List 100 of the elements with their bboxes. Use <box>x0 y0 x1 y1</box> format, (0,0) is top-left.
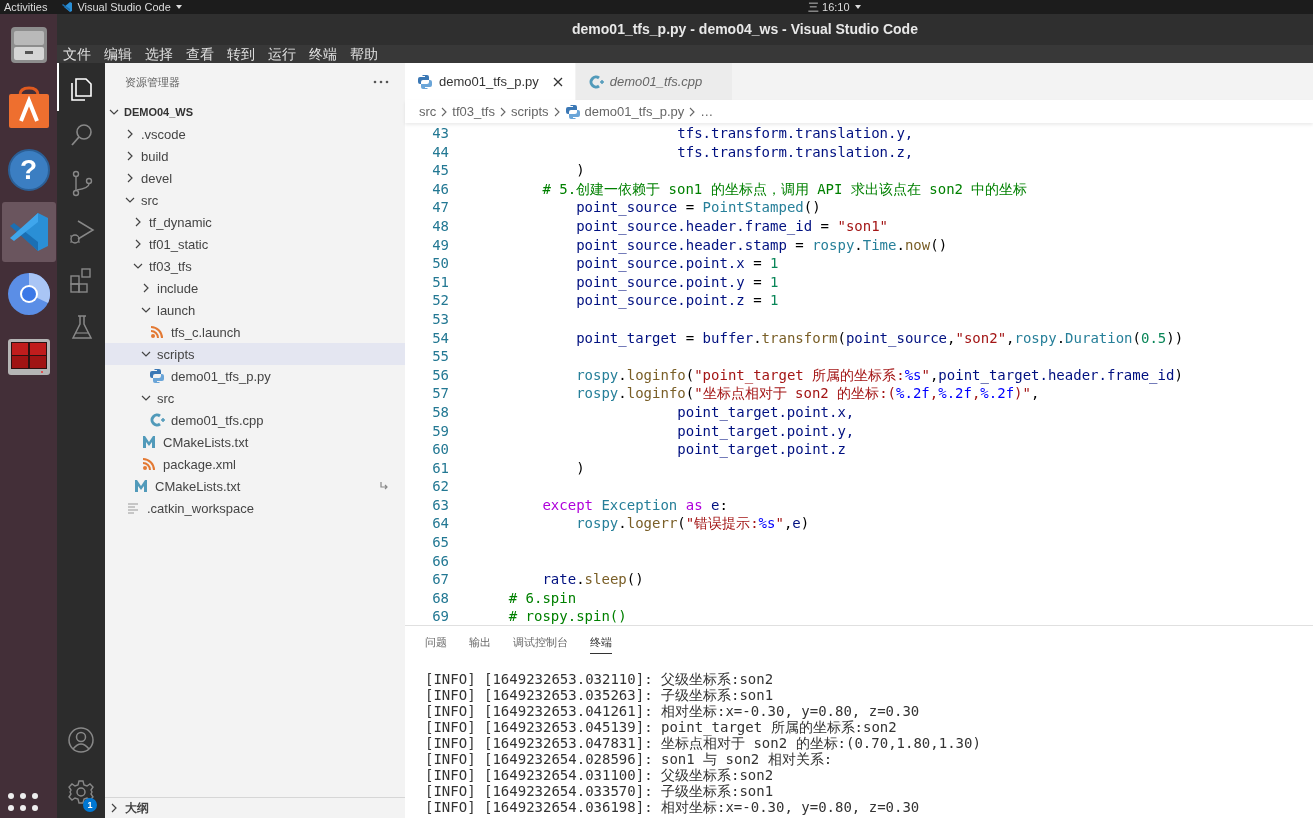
line-number: 45 <box>431 161 449 180</box>
line-number: 60 <box>431 440 449 459</box>
lines-icon <box>125 500 141 516</box>
browser-icon <box>5 271 52 317</box>
tree-item[interactable]: scripts <box>105 343 405 365</box>
code-line: point_target.point.z <box>676 440 846 459</box>
tree-item[interactable]: .vscode <box>105 123 405 145</box>
workspace-folder[interactable]: DEMO04_WS <box>105 101 405 123</box>
chevron-right-icon <box>109 803 119 813</box>
terminal-line: [INFO] [1649232653.035263]: 子级坐标系:son1 <box>425 687 775 703</box>
line-number: 54 <box>431 328 449 348</box>
app-grid-icon[interactable] <box>7 792 39 812</box>
terminal-line: [INFO] [1649232654.036198]: 相对坐标:x=-0.30, y=0.80, z=0.30 <box>425 799 921 815</box>
tree-item[interactable]: demo01_tfs_p.py <box>105 365 405 387</box>
terminal-line: [INFO] [1649232653.045139]: point_target 所属的坐标系:son2 <box>425 719 898 735</box>
chevron-right-icon <box>499 106 507 117</box>
line-number: 55 <box>431 347 449 366</box>
window-title: demo01_tfs_p.py - demo04_ws - Visual Studio Code <box>57 14 1313 45</box>
line-number: 65 <box>431 533 449 552</box>
settings-icon[interactable] <box>67 778 95 806</box>
sidebar-title: 资源管理器 <box>125 74 180 90</box>
terminal-line: [INFO] [1649232653.041261]: 相对坐标:x=-0.30, y=0.80, z=0.30 <box>425 703 921 719</box>
code-line: except Exception as e: <box>541 495 728 515</box>
breadcrumb-item[interactable]: scripts <box>511 104 549 119</box>
code-line: rospy.logerr("错误提示:%s",e) <box>575 514 810 534</box>
python-icon <box>417 73 433 90</box>
tree-item[interactable]: tf03_tfs <box>105 255 405 277</box>
account-icon[interactable] <box>67 726 95 754</box>
tree-item[interactable]: build <box>105 145 405 167</box>
line-number: 58 <box>431 402 449 422</box>
chevron-right-icon <box>440 106 449 117</box>
breadcrumb-item[interactable]: tf03_tfs <box>452 104 495 119</box>
menu-item[interactable]: 运行 <box>268 45 296 63</box>
tree-item[interactable]: CMakeLists.txt <box>105 431 405 453</box>
line-number: 67 <box>431 570 449 589</box>
tree-item[interactable]: include <box>105 277 405 299</box>
activities-button[interactable]: Activities <box>4 0 48 14</box>
menu-item[interactable]: 帮助 <box>350 45 378 63</box>
menu-item[interactable]: 选择 <box>145 45 173 63</box>
panel-tab[interactable]: 终端 <box>590 630 612 654</box>
more-icon[interactable] <box>373 80 389 84</box>
line-number: 43 <box>431 124 449 143</box>
terminal-line: [INFO] [1649232654.031100]: 父级坐标系:son2 <box>425 767 775 783</box>
breadcrumb-item[interactable]: … <box>700 104 714 119</box>
menu-item[interactable]: 文件 <box>63 45 91 63</box>
app-icon <box>61 1 74 13</box>
line-number: 52 <box>431 291 449 310</box>
menu-item[interactable]: 编辑 <box>104 45 132 63</box>
tree-item[interactable]: demo01_tfs.cpp <box>105 409 405 431</box>
line-number: 44 <box>431 142 449 162</box>
feed-icon <box>149 324 165 340</box>
panel-tab[interactable]: 问题 <box>425 630 447 654</box>
code-line: # 5.创建一依赖于 son1 的坐标点，调用 API 求出该点在 son2 中的坐标 <box>541 179 1028 199</box>
caret-icon <box>174 3 183 11</box>
dock-item[interactable]: ? <box>1 140 56 200</box>
code-line: ) <box>575 161 585 180</box>
terminal-line: [INFO] [1649232654.028596]: son1 与 son2 相对关系: <box>425 751 834 767</box>
code-line: point_source.header.frame_id = "son1" <box>575 216 889 236</box>
line-number: 59 <box>431 421 449 441</box>
tree-item[interactable]: tf01_static <box>105 233 405 255</box>
panel-tab[interactable]: 调试控制台 <box>513 630 568 654</box>
line-number: 61 <box>431 458 449 478</box>
code-line: point_target = buffer.transform(point_source,"son2",rospy.Duration(0.5)) <box>575 328 1184 348</box>
code-line: rate.sleep() <box>541 570 644 589</box>
editor-tab[interactable]: demo01_tfs.cpp <box>575 63 734 100</box>
clock[interactable]: 三 16:10 <box>808 0 850 14</box>
line-number: 48 <box>431 216 449 236</box>
outline-section-header[interactable]: 大纲 <box>105 797 405 818</box>
tree-item[interactable]: tfs_c.launch <box>105 321 405 343</box>
code-line: point_source.point.z = 1 <box>575 291 779 310</box>
code-line: rospy.loginfo("point_target 所属的坐标系:%s",point_target.header.frame_id) <box>575 365 1183 385</box>
terminal-line: [INFO] [1649232653.032110]: 父级坐标系:son2 <box>425 671 775 687</box>
code-line: point_source.header.stamp = rospy.Time.now() <box>575 235 948 255</box>
tree-item[interactable]: CMakeLists.txt <box>105 475 405 497</box>
tree-item[interactable]: devel <box>105 167 405 189</box>
menu-item[interactable]: 转到 <box>227 45 255 63</box>
line-number: 56 <box>431 365 449 385</box>
breadcrumb-item[interactable]: src <box>419 104 437 119</box>
line-number: 69 <box>431 607 449 625</box>
code-line: tfs.transform.translation.y, <box>676 124 914 143</box>
tree-item[interactable]: src <box>105 189 405 211</box>
close-icon[interactable] <box>552 76 563 87</box>
chevron-down-icon <box>109 107 119 117</box>
python-icon <box>149 368 165 384</box>
code-line: point_source = PointStamped() <box>575 198 821 217</box>
app-menu[interactable]: Visual Studio Code <box>77 0 171 14</box>
tree-item[interactable]: .catkin_workspace <box>105 497 405 519</box>
cpp-icon <box>587 73 604 90</box>
tree-item[interactable]: src <box>105 387 405 409</box>
menu-item[interactable]: 查看 <box>186 45 214 63</box>
menu-item[interactable]: 终端 <box>309 45 337 63</box>
code-line: point_source.point.y = 1 <box>575 272 779 292</box>
editor-tab[interactable]: demo01_tfs_p.py <box>405 63 576 100</box>
line-number: 49 <box>431 235 449 255</box>
tree-item[interactable]: launch <box>105 299 405 321</box>
breadcrumb-item[interactable]: demo01_tfs_p.py <box>564 103 685 120</box>
tree-item[interactable]: tf_dynamic <box>105 211 405 233</box>
tree-item[interactable]: package.xml <box>105 453 405 475</box>
panel-tab[interactable]: 输出 <box>469 630 491 654</box>
line-number: 51 <box>431 272 449 292</box>
